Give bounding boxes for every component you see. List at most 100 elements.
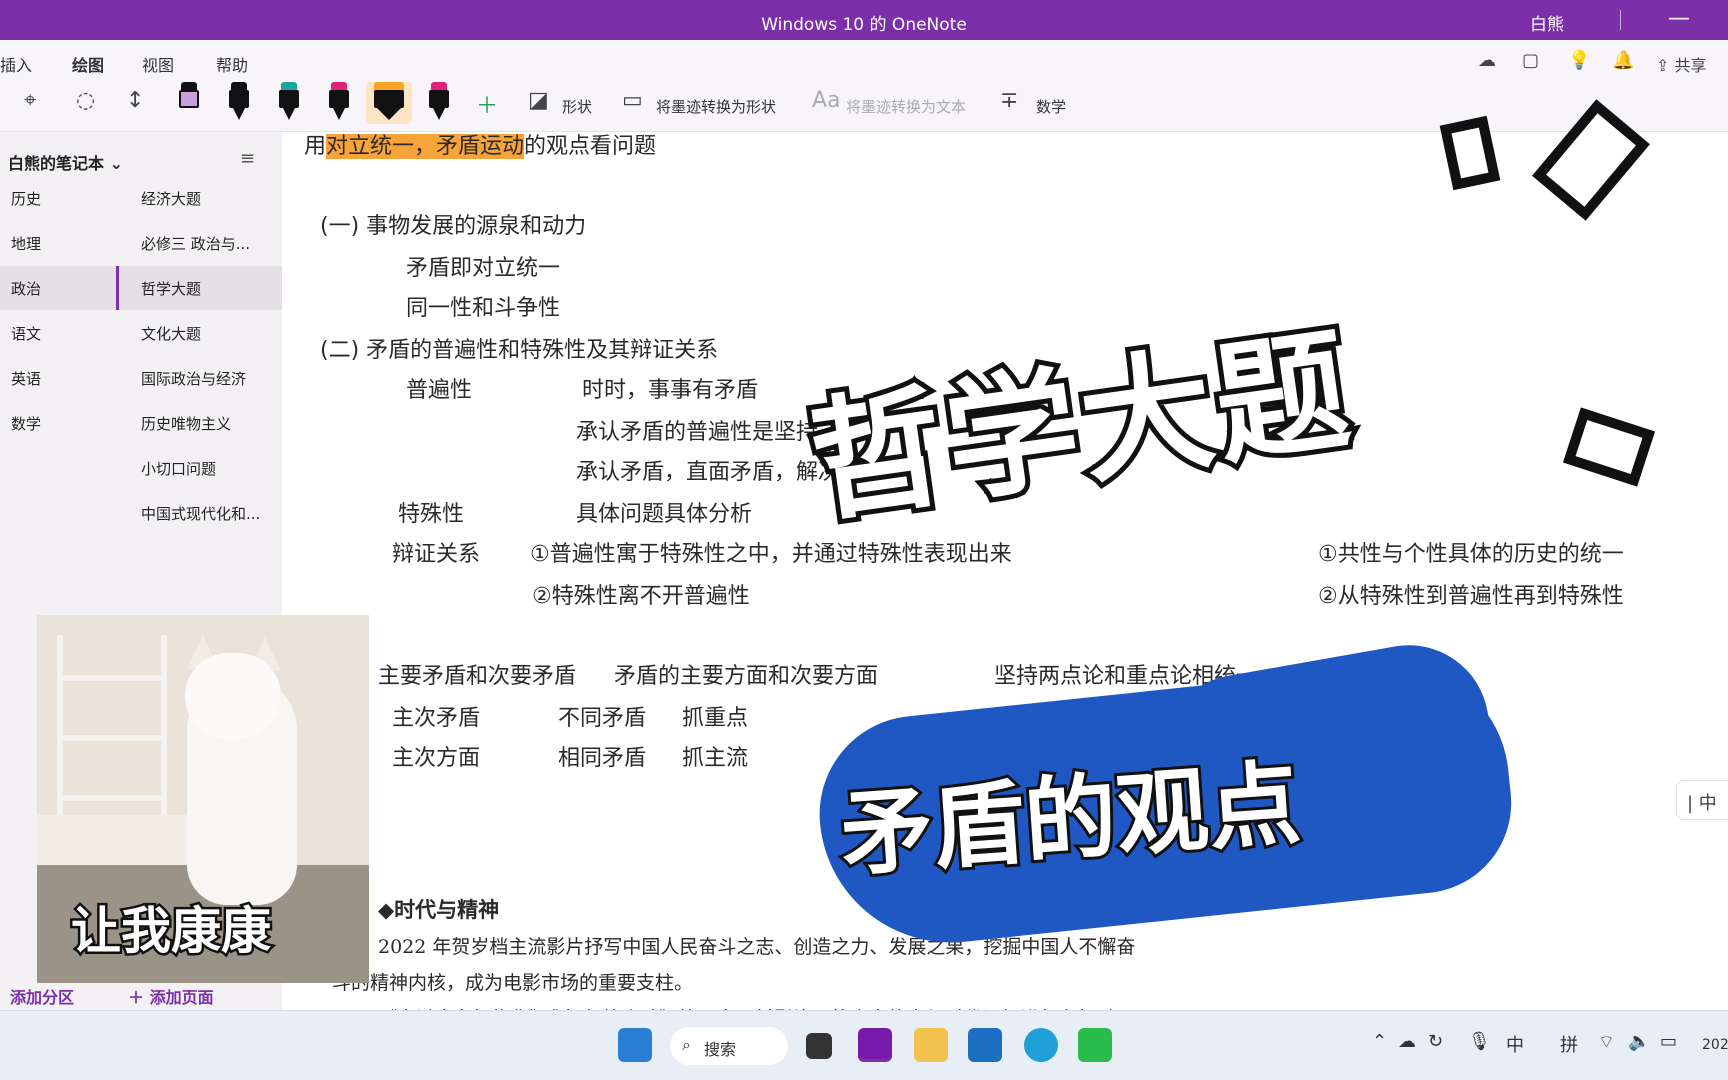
note-line[interactable]: 不同矛盾	[558, 700, 646, 732]
taskbar: ⌕ 搜索 ⌃ ☁ ↻ 🎙 中 拼 ⌔ 🔈 ▭ 202	[0, 1010, 1728, 1080]
add-space-icon[interactable]: ↕	[126, 88, 144, 113]
lightbulb-icon[interactable]: 💡	[1568, 50, 1590, 71]
note-line[interactable]: 承认矛盾，直面矛盾，解决	[576, 454, 840, 486]
section-geography[interactable]: 地理	[0, 221, 116, 265]
pen-teal[interactable]	[276, 82, 302, 124]
note-line[interactable]: ①普遍性寓于特殊性之中，并通过特殊性表现出来	[530, 536, 1012, 568]
ime-pinyin[interactable]: 拼	[1560, 1031, 1578, 1057]
note-line[interactable]: 矛盾的主要方面和次要方面	[614, 658, 878, 690]
file-explorer-icon[interactable]	[914, 1028, 948, 1062]
note-line[interactable]: 同一性和斗争性	[406, 290, 560, 322]
page-item[interactable]: 国际政治与经济	[116, 356, 282, 400]
math-label[interactable]: 数学	[1036, 96, 1066, 117]
section-politics[interactable]: 政治	[0, 266, 116, 310]
note-line[interactable]: 主要矛盾和次要矛盾	[378, 658, 576, 690]
tab-draw[interactable]: 绘图	[72, 52, 105, 84]
note-line[interactable]: 主次矛盾	[392, 700, 480, 732]
tab-insert[interactable]: 插入	[0, 52, 32, 76]
note-line[interactable]: 特殊性	[398, 496, 464, 528]
note-line[interactable]: ②从特殊性到普遍性再到特殊性	[1318, 578, 1624, 610]
note-line[interactable]: 矛盾即对立统一	[406, 250, 560, 282]
page-item[interactable]: 小切口问题	[116, 446, 282, 490]
notebook-icon[interactable]: ▢	[1522, 50, 1539, 71]
add-page-button[interactable]: ＋ 添加页面	[128, 984, 214, 1008]
battery-icon[interactable]: ▭	[1660, 1031, 1677, 1052]
cloud-icon[interactable]: ☁	[1398, 1031, 1416, 1052]
lasso-icon[interactable]: ◌	[76, 88, 95, 113]
pen-black[interactable]	[226, 82, 252, 124]
add-section-button[interactable]: 添加分区	[10, 984, 74, 1008]
taskbar-search[interactable]: ⌕ 搜索	[670, 1027, 788, 1065]
note-line[interactable]: 抓主流	[682, 740, 748, 772]
note-line[interactable]: 承认矛盾的普遍性是坚持	[576, 414, 818, 446]
section-english[interactable]: 英语	[0, 356, 116, 400]
search-icon: ⌕	[682, 1035, 691, 1054]
pen-purple[interactable]	[176, 82, 202, 124]
math-icon[interactable]: ∓	[1000, 88, 1018, 113]
page-item-selected[interactable]: 哲学大题	[116, 266, 282, 310]
note-line[interactable]: 辩证关系	[392, 536, 480, 568]
tab-help[interactable]: 帮助	[216, 52, 248, 76]
ime-side-handle[interactable]: | 中	[1676, 780, 1728, 820]
shapes-label[interactable]: 形状	[562, 96, 592, 117]
microphone-icon[interactable]: 🎙	[1468, 1031, 1491, 1052]
clock[interactable]: 202	[1702, 1037, 1728, 1053]
page-item[interactable]: 经济大题	[116, 176, 282, 220]
note-line[interactable]: (一) 事物发展的源泉和动力	[320, 208, 586, 240]
note-heading[interactable]: 用对立统一，矛盾运动的观点看问题	[304, 128, 656, 160]
ime-mode[interactable]: 中	[1506, 1031, 1524, 1057]
volume-icon[interactable]: 🔈	[1628, 1031, 1650, 1052]
window-title: Windows 10 的 OneNote	[761, 15, 967, 35]
start-icon[interactable]	[618, 1028, 652, 1062]
lasso-select-icon[interactable]: ⌖	[24, 88, 36, 113]
page-item[interactable]: 历史唯物主义	[116, 401, 282, 445]
era-paragraph[interactable]: 2022 年贺岁档主流影片抒写中国人民奋斗之志、创造之力、发展之果，挖掘中国人不…	[378, 932, 1135, 959]
notebook-selector[interactable]: 白熊的笔记本 ⌄	[8, 150, 123, 174]
section-history[interactable]: 历史	[0, 176, 116, 220]
task-view-icon[interactable]	[806, 1033, 832, 1059]
chevron-up-icon[interactable]: ⌃	[1372, 1031, 1387, 1052]
sync-status-icon[interactable]: ↻	[1428, 1031, 1443, 1052]
wifi-icon[interactable]: ⌔	[1598, 1031, 1615, 1054]
note-line[interactable]: 普遍性	[406, 372, 472, 404]
note-line[interactable]: 时时，事事有矛盾	[582, 372, 758, 404]
tab-view[interactable]: 视图	[142, 52, 174, 76]
cat-head	[185, 653, 281, 739]
pen-pink-2[interactable]	[426, 82, 452, 124]
highlighter-orange[interactable]	[366, 82, 412, 124]
account-name[interactable]: 白熊	[1530, 10, 1564, 35]
ink-to-text-icon: Aa	[812, 88, 841, 113]
ink-to-shape-label[interactable]: 将墨迹转换为形状	[656, 96, 776, 117]
note-line[interactable]: (二) 矛盾的普遍性和特殊性及其辩证关系	[320, 332, 718, 364]
note-line[interactable]: 相同矛盾	[558, 740, 646, 772]
section-math[interactable]: 数学	[0, 401, 116, 445]
cat-video-overlay: 让我康康	[37, 615, 369, 983]
ink-to-text-label: 将墨迹转换为文本	[846, 98, 967, 116]
onenote-icon[interactable]	[858, 1028, 892, 1062]
ink-to-shape-icon[interactable]: ▭	[622, 88, 643, 113]
note-line[interactable]: 主次方面	[392, 740, 480, 772]
page-item[interactable]: 中国式现代化和...	[116, 491, 282, 535]
search-label: 搜索	[704, 1040, 737, 1059]
note-line[interactable]: ②特殊性离不开普遍性	[532, 578, 750, 610]
heading-prefix: 用	[304, 134, 327, 159]
note-line[interactable]: ①共性与个性具体的历史的统一	[1318, 536, 1624, 568]
page-item[interactable]: 文化大题	[116, 311, 282, 355]
shapes-icon[interactable]: ◪	[528, 88, 549, 113]
share-button[interactable]: ⇪ 共享	[1656, 52, 1707, 76]
add-pen-icon[interactable]: ＋	[476, 88, 498, 120]
sync-icon[interactable]: ☁	[1478, 50, 1496, 71]
edge-icon[interactable]	[1024, 1028, 1058, 1062]
wechat-icon[interactable]	[1078, 1028, 1112, 1062]
pen-pink[interactable]	[326, 82, 352, 124]
store-icon[interactable]	[968, 1028, 1002, 1062]
minimize-button[interactable]: —	[1668, 6, 1690, 31]
bell-icon[interactable]: 🔔	[1612, 50, 1634, 71]
section-chinese[interactable]: 语文	[0, 311, 116, 355]
page-item[interactable]: 必修三 政治与...	[116, 221, 282, 265]
era-title[interactable]: ◆时代与精神	[378, 894, 499, 924]
sort-icon[interactable]: ≡	[240, 148, 255, 169]
note-line[interactable]: 抓重点	[682, 700, 748, 732]
note-line[interactable]: 具体问题具体分析	[576, 496, 752, 528]
era-paragraph[interactable]: 斗的精神内核，成为电影市场的重要支柱。	[332, 968, 693, 995]
